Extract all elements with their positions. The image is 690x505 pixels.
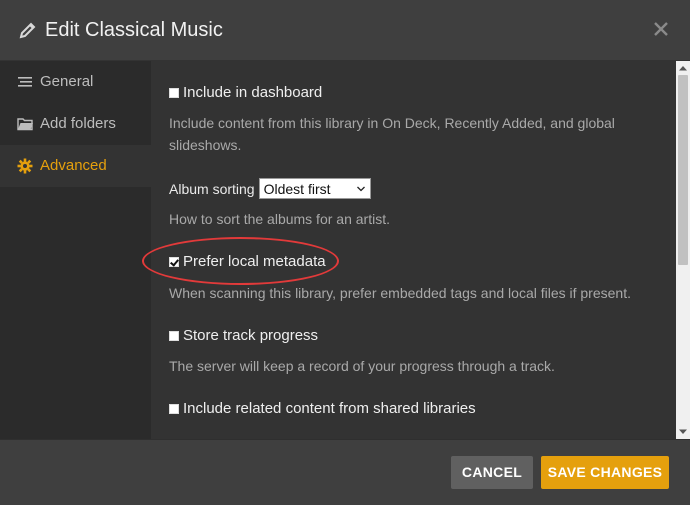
store-track-progress-checkbox[interactable] [169, 330, 179, 341]
store-track-progress-setting: Store track progress The server will kee… [169, 327, 649, 377]
list-icon [18, 77, 32, 87]
folder-icon [17, 118, 33, 131]
prefer-local-metadata-row: Prefer local metadata [169, 253, 649, 270]
prefer-local-metadata-checkbox[interactable] [169, 256, 179, 267]
scroll-down-arrow-icon[interactable] [678, 428, 688, 436]
close-icon[interactable] [652, 20, 670, 38]
pencil-icon [19, 22, 36, 39]
include-dashboard-checkbox[interactable] [169, 87, 179, 98]
dialog-header: Edit Classical Music [0, 0, 690, 61]
sidebar-item-general[interactable]: General [0, 61, 151, 103]
prefer-local-metadata-setting: Prefer local metadata When scanning this… [169, 253, 649, 304]
dialog-footer: CANCEL SAVE CHANGES [0, 439, 690, 505]
save-changes-button[interactable]: SAVE CHANGES [541, 456, 669, 489]
album-sorting-value: Oldest first [263, 181, 331, 197]
prefer-local-metadata-label: Prefer local metadata [183, 253, 326, 270]
store-track-progress-description: The server will keep a record of your pr… [169, 358, 555, 374]
sidebar-item-label: Advanced [40, 157, 107, 174]
store-track-progress-label: Store track progress [183, 327, 319, 344]
scroll-thumb[interactable] [678, 75, 688, 265]
settings-content: Include in dashboard Include content fro… [151, 61, 676, 439]
settings-sidebar: General Add folders Advanced [0, 61, 151, 439]
chevron-down-icon [356, 186, 365, 192]
album-sorting-description: How to sort the albums for an artist. [169, 211, 390, 227]
include-dashboard-label: Include in dashboard [183, 84, 323, 101]
album-sorting-label: Album sorting [169, 180, 255, 197]
dialog-title: Edit Classical Music [45, 19, 223, 41]
edit-library-dialog: Edit Classical Music General Add folders [0, 0, 690, 505]
include-related-setting: Include related content from shared libr… [169, 400, 649, 417]
sidebar-item-advanced[interactable]: Advanced [0, 145, 151, 187]
gear-icon [17, 158, 33, 174]
album-sorting-row: Album sorting Oldest first [169, 178, 649, 199]
scroll-up-arrow-icon[interactable] [678, 64, 688, 72]
include-dashboard-row: Include in dashboard [169, 84, 649, 101]
sidebar-item-label: Add folders [40, 115, 116, 132]
include-dashboard-setting: Include in dashboard Include content fro… [169, 84, 649, 156]
sidebar-item-add-folders[interactable]: Add folders [0, 103, 151, 145]
include-related-row: Include related content from shared libr… [169, 400, 649, 417]
cancel-button[interactable]: CANCEL [451, 456, 533, 489]
prefer-local-metadata-description: When scanning this library, prefer embed… [169, 285, 631, 301]
sidebar-item-label: General [40, 73, 94, 90]
include-related-checkbox[interactable] [169, 403, 179, 414]
content-scrollbar[interactable] [676, 61, 690, 439]
include-related-label: Include related content from shared libr… [183, 400, 476, 417]
include-dashboard-description: Include content from this library in On … [169, 115, 615, 153]
store-track-progress-row: Store track progress [169, 327, 649, 344]
album-sorting-setting: Album sorting Oldest first How to sort t… [169, 178, 649, 230]
album-sorting-select[interactable]: Oldest first [258, 178, 371, 199]
